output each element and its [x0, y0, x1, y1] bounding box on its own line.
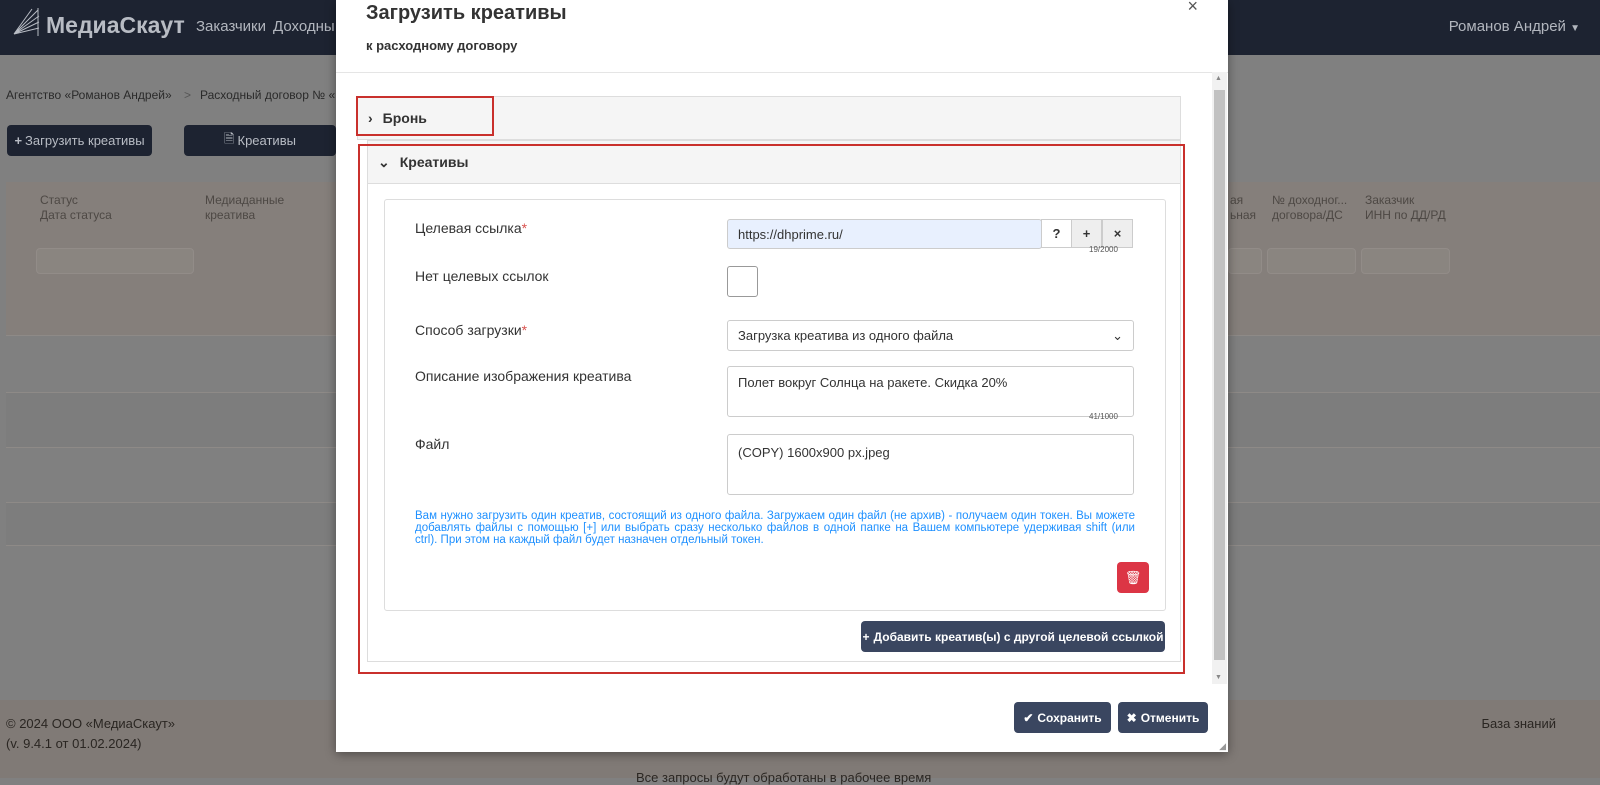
check-icon: ✔ [1023, 710, 1034, 725]
breadcrumb-separator: > [184, 88, 192, 102]
modal-subtitle: к расходному договору [366, 38, 518, 53]
version: (v. 9.4.1 от 01.02.2024) [6, 736, 142, 751]
col-income-contract[interactable]: № доходног... договора/ДС [1272, 193, 1347, 223]
modal-title: Загрузить креативы [366, 2, 567, 24]
divider [336, 72, 1228, 73]
scrollbar-thumb[interactable] [1214, 90, 1225, 660]
close-icon: ✖ [1126, 710, 1137, 725]
cancel-button[interactable]: ✖ Отменить [1118, 702, 1208, 733]
scroll-up-icon[interactable]: ▲ [1215, 75, 1222, 82]
nav-link-income[interactable]: Доходны [273, 18, 335, 35]
save-button[interactable]: ✔ Сохранить [1014, 702, 1111, 733]
copyright: © 2024 ООО «МедиаСкаут» [6, 716, 176, 731]
nav-link-customers[interactable]: Заказчики [196, 18, 266, 35]
highlight-bron [356, 96, 494, 136]
caret-down-icon: ▼ [1570, 23, 1580, 34]
col-media[interactable]: Медиаданные креатива [205, 193, 284, 223]
scroll-down-icon[interactable]: ▼ [1215, 674, 1222, 681]
filter-status[interactable] [36, 248, 194, 274]
filter-partial[interactable] [1228, 248, 1262, 274]
modal-scrollbar[interactable]: ▲ ▼ [1212, 72, 1227, 684]
upload-creatives-button[interactable]: + Загрузить креативы [7, 125, 152, 156]
breadcrumb-agency[interactable]: Агентство «Романов Андрей» [6, 88, 172, 102]
close-icon[interactable]: × [1187, 0, 1198, 17]
highlight-creatives [358, 144, 1185, 674]
creatives-export-button[interactable]: 🗎 Креативы [184, 125, 336, 156]
logo-rays-icon [12, 8, 40, 42]
col-customer[interactable]: Заказчик ИНН по ДД/РД [1365, 193, 1446, 223]
filter-income-contract[interactable] [1267, 248, 1356, 274]
user-menu[interactable]: Романов Андрей ▼ [1449, 18, 1580, 35]
col-partial[interactable]: ая ьная [1230, 193, 1256, 223]
resize-handle-icon[interactable]: ◢ [1219, 741, 1226, 752]
upload-creatives-modal: Загрузить креативы к расходному договору… [336, 0, 1228, 752]
col-status[interactable]: Статус Дата статуса [40, 193, 112, 223]
brand-logo[interactable]: МедиаСкаут [12, 8, 185, 42]
breadcrumb-contract[interactable]: Расходный договор № « [200, 88, 335, 102]
knowledge-base-link[interactable]: База знаний [1482, 716, 1557, 731]
plus-icon: + [14, 133, 23, 148]
filter-customer[interactable] [1361, 248, 1450, 274]
excel-file-icon: 🗎 [224, 130, 235, 146]
